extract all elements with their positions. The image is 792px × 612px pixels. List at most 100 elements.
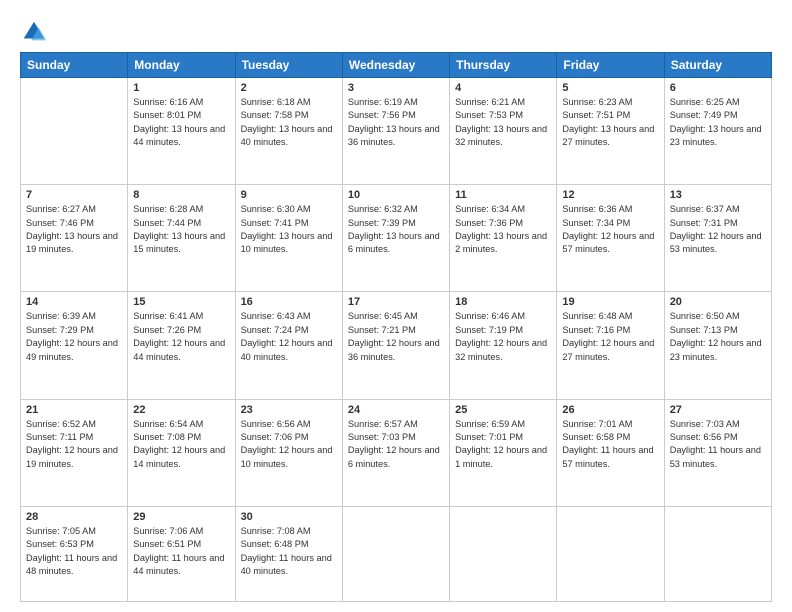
- logo: [20, 18, 52, 46]
- cell-info: Sunrise: 6:59 AMSunset: 7:01 PMDaylight:…: [455, 418, 551, 471]
- calendar-cell: 18Sunrise: 6:46 AMSunset: 7:19 PMDayligh…: [450, 292, 557, 399]
- calendar-cell: 9Sunrise: 6:30 AMSunset: 7:41 PMDaylight…: [235, 185, 342, 292]
- calendar-cell: [21, 78, 128, 185]
- weekday-header-tuesday: Tuesday: [235, 53, 342, 78]
- weekday-header-wednesday: Wednesday: [342, 53, 449, 78]
- calendar-cell: [450, 506, 557, 601]
- cell-info: Sunrise: 6:45 AMSunset: 7:21 PMDaylight:…: [348, 310, 444, 363]
- day-number: 13: [670, 189, 766, 201]
- cell-info: Sunrise: 6:41 AMSunset: 7:26 PMDaylight:…: [133, 310, 229, 363]
- day-number: 21: [26, 404, 122, 416]
- calendar-cell: 10 Sunrise: 6:32 AMSunset: 7:39 PMDayligh…: [342, 185, 449, 292]
- calendar-cell: 29 Sunrise: 7:06 AMSunset: 6:51 PMDayligh…: [128, 506, 235, 601]
- logo-icon: [20, 18, 48, 46]
- day-number: 22: [133, 404, 229, 416]
- cell-info: Sunrise: 6:54 AMSunset: 7:08 PMDaylight:…: [133, 418, 229, 471]
- day-number: 4: [455, 82, 551, 94]
- cell-info: Sunrise: 7:05 AMSunset: 6:53 PMDaylight:…: [26, 525, 122, 578]
- calendar-cell: 23 Sunrise: 6:56 AMSunset: 7:06 PMDayligh…: [235, 399, 342, 506]
- calendar-cell: 30 Sunrise: 7:08 AMSunset: 6:48 PMDayligh…: [235, 506, 342, 601]
- calendar-cell: 13 Sunrise: 6:37 AMSunset: 7:31 PMDayligh…: [664, 185, 771, 292]
- calendar-cell: 20 Sunrise: 6:50 AMSunset: 7:13 PMDayligh…: [664, 292, 771, 399]
- cell-info: Sunrise: 6:34 AMSunset: 7:36 PMDaylight:…: [455, 203, 551, 256]
- day-number: 3: [348, 82, 444, 94]
- day-number: 26: [562, 404, 658, 416]
- calendar-table: SundayMondayTuesdayWednesdayThursdayFrid…: [20, 52, 772, 602]
- cell-info: Sunrise: 6:19 AMSunset: 7:56 PMDaylight:…: [348, 96, 444, 149]
- calendar-cell: 5 Sunrise: 6:23 AMSunset: 7:51 PMDaylight…: [557, 78, 664, 185]
- calendar-cell: 25 Sunrise: 6:59 AMSunset: 7:01 PMDayligh…: [450, 399, 557, 506]
- cell-info: Sunrise: 6:39 AMSunset: 7:29 PMDaylight:…: [26, 310, 122, 363]
- calendar-cell: 12 Sunrise: 6:36 AMSunset: 7:34 PMDayligh…: [557, 185, 664, 292]
- header: [20, 18, 772, 46]
- cell-info: Sunrise: 7:01 AMSunset: 6:58 PMDaylight:…: [562, 418, 658, 471]
- day-number: 27: [670, 404, 766, 416]
- calendar-cell: 16 Sunrise: 6:43 AMSunset: 7:24 PMDayligh…: [235, 292, 342, 399]
- cell-info: Sunrise: 7:03 AMSunset: 6:56 PMDaylight:…: [670, 418, 766, 471]
- day-number: 17: [348, 296, 444, 308]
- week-row-2: 14Sunrise: 6:39 AMSunset: 7:29 PMDayligh…: [21, 292, 772, 399]
- day-number: 15: [133, 296, 229, 308]
- cell-info: Sunrise: 6:52 AMSunset: 7:11 PMDaylight:…: [26, 418, 122, 471]
- cell-info: Sunrise: 6:18 AMSunset: 7:58 PMDaylight:…: [241, 96, 337, 149]
- cell-info: Sunrise: 6:57 AMSunset: 7:03 PMDaylight:…: [348, 418, 444, 471]
- day-number: 30: [241, 511, 337, 523]
- weekday-header-sunday: Sunday: [21, 53, 128, 78]
- calendar-cell: 28Sunrise: 7:05 AMSunset: 6:53 PMDayligh…: [21, 506, 128, 601]
- cell-info: Sunrise: 6:37 AMSunset: 7:31 PMDaylight:…: [670, 203, 766, 256]
- calendar-cell: 24Sunrise: 6:57 AMSunset: 7:03 PMDayligh…: [342, 399, 449, 506]
- day-number: 2: [241, 82, 337, 94]
- cell-info: Sunrise: 6:50 AMSunset: 7:13 PMDaylight:…: [670, 310, 766, 363]
- day-number: 23: [241, 404, 337, 416]
- calendar-cell: 4 Sunrise: 6:21 AMSunset: 7:53 PMDaylight…: [450, 78, 557, 185]
- weekday-header-thursday: Thursday: [450, 53, 557, 78]
- cell-info: Sunrise: 6:23 AMSunset: 7:51 PMDaylight:…: [562, 96, 658, 149]
- day-number: 11: [455, 189, 551, 201]
- calendar-cell: 2 Sunrise: 6:18 AMSunset: 7:58 PMDaylight…: [235, 78, 342, 185]
- day-number: 19: [562, 296, 658, 308]
- calendar-cell: 17 Sunrise: 6:45 AMSunset: 7:21 PMDayligh…: [342, 292, 449, 399]
- cell-info: Sunrise: 6:48 AMSunset: 7:16 PMDaylight:…: [562, 310, 658, 363]
- calendar-cell: 19 Sunrise: 6:48 AMSunset: 7:16 PMDayligh…: [557, 292, 664, 399]
- week-row-0: 1 Sunrise: 6:16 AMSunset: 8:01 PMDaylight…: [21, 78, 772, 185]
- day-number: 9: [241, 189, 337, 201]
- day-number: 29: [133, 511, 229, 523]
- calendar-cell: 26 Sunrise: 7:01 AMSunset: 6:58 PMDayligh…: [557, 399, 664, 506]
- page: SundayMondayTuesdayWednesdayThursdayFrid…: [0, 0, 792, 612]
- day-number: 10: [348, 189, 444, 201]
- cell-info: Sunrise: 7:06 AMSunset: 6:51 PMDaylight:…: [133, 525, 229, 578]
- cell-info: Sunrise: 6:56 AMSunset: 7:06 PMDaylight:…: [241, 418, 337, 471]
- calendar-cell: 21 Sunrise: 6:52 AMSunset: 7:11 PMDayligh…: [21, 399, 128, 506]
- calendar-cell: 3 Sunrise: 6:19 AMSunset: 7:56 PMDaylight…: [342, 78, 449, 185]
- day-number: 1: [133, 82, 229, 94]
- cell-info: Sunrise: 6:43 AMSunset: 7:24 PMDaylight:…: [241, 310, 337, 363]
- day-number: 12: [562, 189, 658, 201]
- cell-info: Sunrise: 6:36 AMSunset: 7:34 PMDaylight:…: [562, 203, 658, 256]
- day-number: 25: [455, 404, 551, 416]
- calendar-cell: 11 Sunrise: 6:34 AMSunset: 7:36 PMDayligh…: [450, 185, 557, 292]
- weekday-header-row: SundayMondayTuesdayWednesdayThursdayFrid…: [21, 53, 772, 78]
- cell-info: Sunrise: 6:16 AMSunset: 8:01 PMDaylight:…: [133, 96, 229, 149]
- calendar-cell: 8Sunrise: 6:28 AMSunset: 7:44 PMDaylight…: [128, 185, 235, 292]
- calendar-cell: 14Sunrise: 6:39 AMSunset: 7:29 PMDayligh…: [21, 292, 128, 399]
- calendar-cell: [342, 506, 449, 601]
- weekday-header-friday: Friday: [557, 53, 664, 78]
- day-number: 7: [26, 189, 122, 201]
- day-number: 8: [133, 189, 229, 201]
- calendar-cell: 15 Sunrise: 6:41 AMSunset: 7:26 PMDayligh…: [128, 292, 235, 399]
- week-row-4: 28Sunrise: 7:05 AMSunset: 6:53 PMDayligh…: [21, 506, 772, 601]
- cell-info: Sunrise: 7:08 AMSunset: 6:48 PMDaylight:…: [241, 525, 337, 578]
- day-number: 5: [562, 82, 658, 94]
- cell-info: Sunrise: 6:27 AMSunset: 7:46 PMDaylight:…: [26, 203, 122, 256]
- cell-info: Sunrise: 6:25 AMSunset: 7:49 PMDaylight:…: [670, 96, 766, 149]
- cell-info: Sunrise: 6:32 AMSunset: 7:39 PMDaylight:…: [348, 203, 444, 256]
- calendar-cell: 27 Sunrise: 7:03 AMSunset: 6:56 PMDayligh…: [664, 399, 771, 506]
- day-number: 6: [670, 82, 766, 94]
- cell-info: Sunrise: 6:21 AMSunset: 7:53 PMDaylight:…: [455, 96, 551, 149]
- day-number: 16: [241, 296, 337, 308]
- day-number: 18: [455, 296, 551, 308]
- calendar-cell: 7 Sunrise: 6:27 AMSunset: 7:46 PMDaylight…: [21, 185, 128, 292]
- day-number: 20: [670, 296, 766, 308]
- calendar-cell: 6 Sunrise: 6:25 AMSunset: 7:49 PMDaylight…: [664, 78, 771, 185]
- weekday-header-monday: Monday: [128, 53, 235, 78]
